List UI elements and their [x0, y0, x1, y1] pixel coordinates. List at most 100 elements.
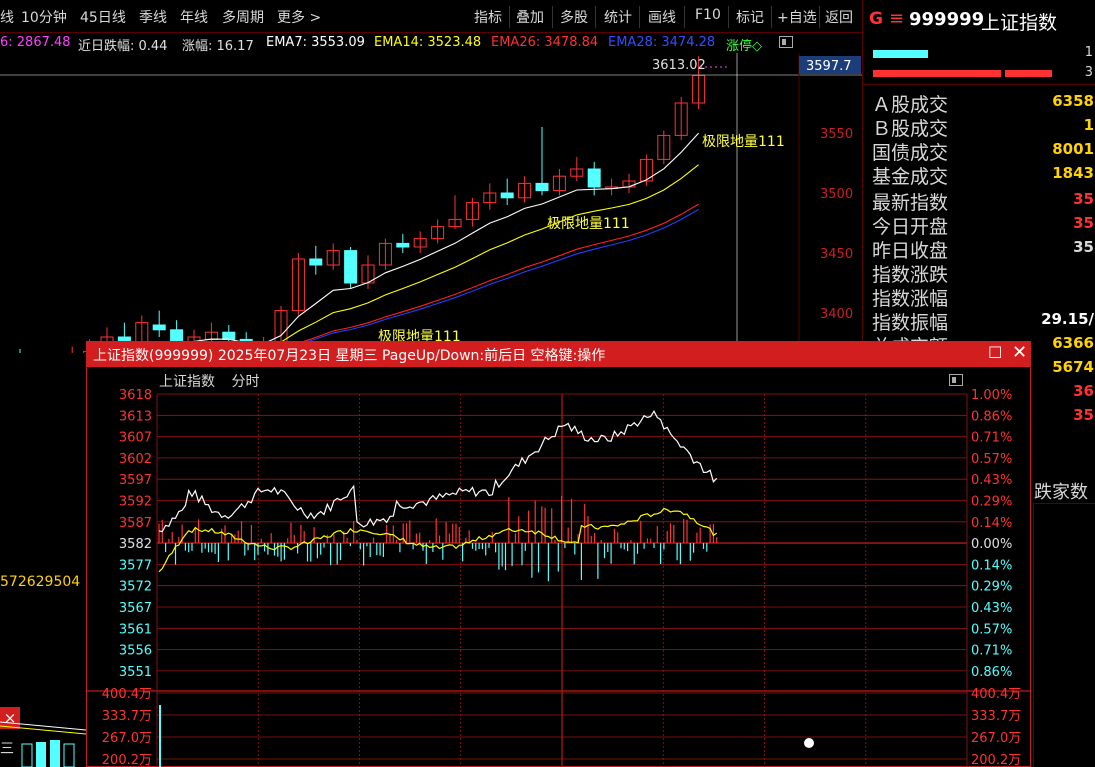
kline-candle-body	[222, 331, 236, 340]
volume-tick-label-right: 333.7万	[971, 709, 1021, 724]
volume-ratio-bar-left	[873, 70, 1001, 77]
add-watchlist-button[interactable]: +自选	[777, 7, 817, 27]
statistics-button[interactable]: 统计	[604, 7, 632, 27]
bar-value-1: 1	[1084, 45, 1093, 60]
volume-tick-label: 200.2万	[102, 753, 152, 767]
percent-axis-labels: 1.00% 0.86% 0.71% 0.57% 0.43% 0.29% 0.14% 0.00%…	[971, 388, 1012, 680]
price-tick-label: 3597	[119, 473, 152, 488]
popup-title-bar[interactable]: 上证指数(999999) 2025年07月23日 星期三 PageUp/Down…	[87, 342, 1030, 367]
price-tick-label: 3592	[119, 495, 152, 510]
price-tick-label: 3572	[119, 580, 152, 595]
kline-chart[interactable]: 3613.02 3597.7 3550 3500 3450 3400 极限地量1…	[0, 53, 862, 353]
percent-tick-label: 0.57%	[971, 622, 1012, 637]
intraday-tick-bars	[158, 495, 718, 582]
kline-candle-body	[587, 168, 601, 188]
kline-high-label: 3613.02	[652, 58, 706, 73]
period-45day-button[interactable]: 45日线	[80, 7, 126, 27]
overlay-button[interactable]: 叠加	[516, 7, 544, 27]
app-logo-icon[interactable]: G	[869, 9, 883, 29]
price-tick-label: 3556	[119, 644, 152, 659]
volume-tick-label: 267.0万	[102, 731, 152, 746]
row-index-change-pct: 指数涨幅	[872, 288, 949, 310]
percent-tick-label: 0.57%	[971, 452, 1012, 467]
ema7-value: EMA7: 3553.09	[266, 35, 365, 50]
kline-ema-line	[123, 132, 700, 353]
period-quarter-button[interactable]: 季线	[139, 7, 167, 27]
row-b-share-volume: Ｂ股成交 1	[872, 116, 1094, 140]
back-button[interactable]: 返回	[825, 7, 853, 27]
close-icon[interactable]: ✕	[1012, 342, 1027, 363]
price-tick-label: 3577	[119, 558, 152, 573]
volume-ratio-bar-right	[1005, 70, 1052, 77]
multi-stock-button[interactable]: 多股	[560, 7, 588, 27]
chart-toolbar: 线 10分钟 45日线 季线 年线 多周期 更多 > 指标 叠加 多股 统计 画…	[0, 0, 862, 33]
cursor-marker	[804, 738, 814, 748]
percent-tick-label: 0.43%	[971, 601, 1012, 616]
menu-icon[interactable]: ≡	[889, 8, 904, 29]
price-tick-label: 3607	[119, 431, 152, 446]
percent-tick-label: 0.86%	[971, 665, 1012, 680]
breadth-frame	[1033, 503, 1095, 767]
row-index-amplitude: 指数振幅 29.15/	[872, 310, 1094, 334]
ema14-value: EMA14: 3523.48	[374, 35, 482, 50]
percent-tick-label: 0.14%	[971, 516, 1012, 531]
mark-button[interactable]: 标记	[736, 7, 764, 27]
row-bond-volume: 国债成交 8001	[872, 140, 1094, 164]
row-a-share-volume: Ａ股成交 6358	[872, 92, 1094, 116]
price-tick-label: 3618	[119, 388, 152, 403]
row-latest-index: 最新指数 35	[872, 190, 1094, 214]
indicator-prefix: 6: 2867.48	[0, 35, 71, 50]
maximize-icon[interactable]: ☐	[988, 343, 1002, 362]
kline-candle-body	[396, 242, 410, 248]
kline-axis-3500: 3500	[820, 187, 853, 202]
bid-ask-bar	[873, 50, 928, 58]
kline-candle-body	[309, 258, 323, 266]
limit-up-label[interactable]: 涨停◇	[726, 35, 762, 53]
popup-title: 上证指数(999999) 2025年07月23日 星期三 PageUp/Down…	[93, 348, 606, 364]
f10-button[interactable]: F10	[695, 7, 721, 23]
percent-tick-label: 0.71%	[971, 431, 1012, 446]
price-tick-label: 3602	[119, 452, 152, 467]
panel-divider	[863, 84, 1095, 85]
near-drop-value: 近日跌幅: 0.44	[78, 39, 168, 53]
panel-toggle-icon[interactable]	[779, 36, 793, 48]
kline-axis-3550: 3550	[820, 127, 853, 142]
multi-period-button[interactable]: 多周期	[222, 7, 264, 27]
kline-candle-body	[344, 250, 358, 284]
intraday-chart[interactable]: 3618 3613 3607 3602 3597 3592 3587 3582 3577 3572…	[87, 367, 1030, 767]
price-tick-label: 3613	[119, 409, 152, 424]
percent-tick-label: 0.71%	[971, 644, 1012, 659]
kline-axis-3400: 3400	[820, 307, 853, 322]
ema28-value: EMA28: 3474.28	[608, 35, 716, 50]
volume-tick-label: 400.4万	[102, 687, 152, 702]
period-10min-button[interactable]: 10分钟	[21, 7, 67, 27]
draw-line-button[interactable]: 画线	[648, 7, 676, 27]
kline-ema-lines	[123, 132, 700, 353]
percent-tick-label: 0.43%	[971, 473, 1012, 488]
intraday-popup-window[interactable]: 上证指数(999999) 2025年07月23日 星期三 PageUp/Down…	[86, 341, 1031, 767]
left-char-fragment: 三	[0, 741, 14, 757]
quote-header: G ≡ 999999 上证指数	[863, 6, 1095, 36]
percent-tick-label: 0.14%	[971, 558, 1012, 573]
volume-tick-label: 333.7万	[102, 709, 152, 724]
kline-candle-body	[535, 182, 549, 192]
price-tick-label: 3587	[119, 516, 152, 531]
stock-name: 上证指数	[981, 12, 1058, 34]
kline-candle-body	[500, 192, 514, 199]
annotation-volume-low-2: 极限地量111	[547, 216, 630, 232]
period-year-button[interactable]: 年线	[180, 7, 208, 27]
indicator-button[interactable]: 指标	[474, 7, 502, 27]
more-menu-button[interactable]: 更多 >	[277, 7, 321, 27]
percent-tick-label: 0.86%	[971, 409, 1012, 424]
period-day-button[interactable]: 线	[0, 7, 14, 27]
volume-tick-label-right: 200.2万	[971, 753, 1021, 767]
rise-value: 涨幅: 16.17	[182, 39, 254, 53]
percent-tick-label: 0.00%	[971, 537, 1012, 552]
price-axis-labels: 3618 3613 3607 3602 3597 3592 3587 3582 3577 3572…	[119, 388, 152, 680]
average-price-line	[158, 507, 718, 573]
volume-value-label: 572629504	[0, 574, 81, 590]
ema26-value: EMA26: 3478.84	[491, 35, 599, 50]
decliners-legend: 跌家数	[1034, 482, 1088, 503]
price-tick-label: 3582	[119, 537, 152, 552]
row-fund-volume: 基金成交 1843	[872, 164, 1094, 188]
